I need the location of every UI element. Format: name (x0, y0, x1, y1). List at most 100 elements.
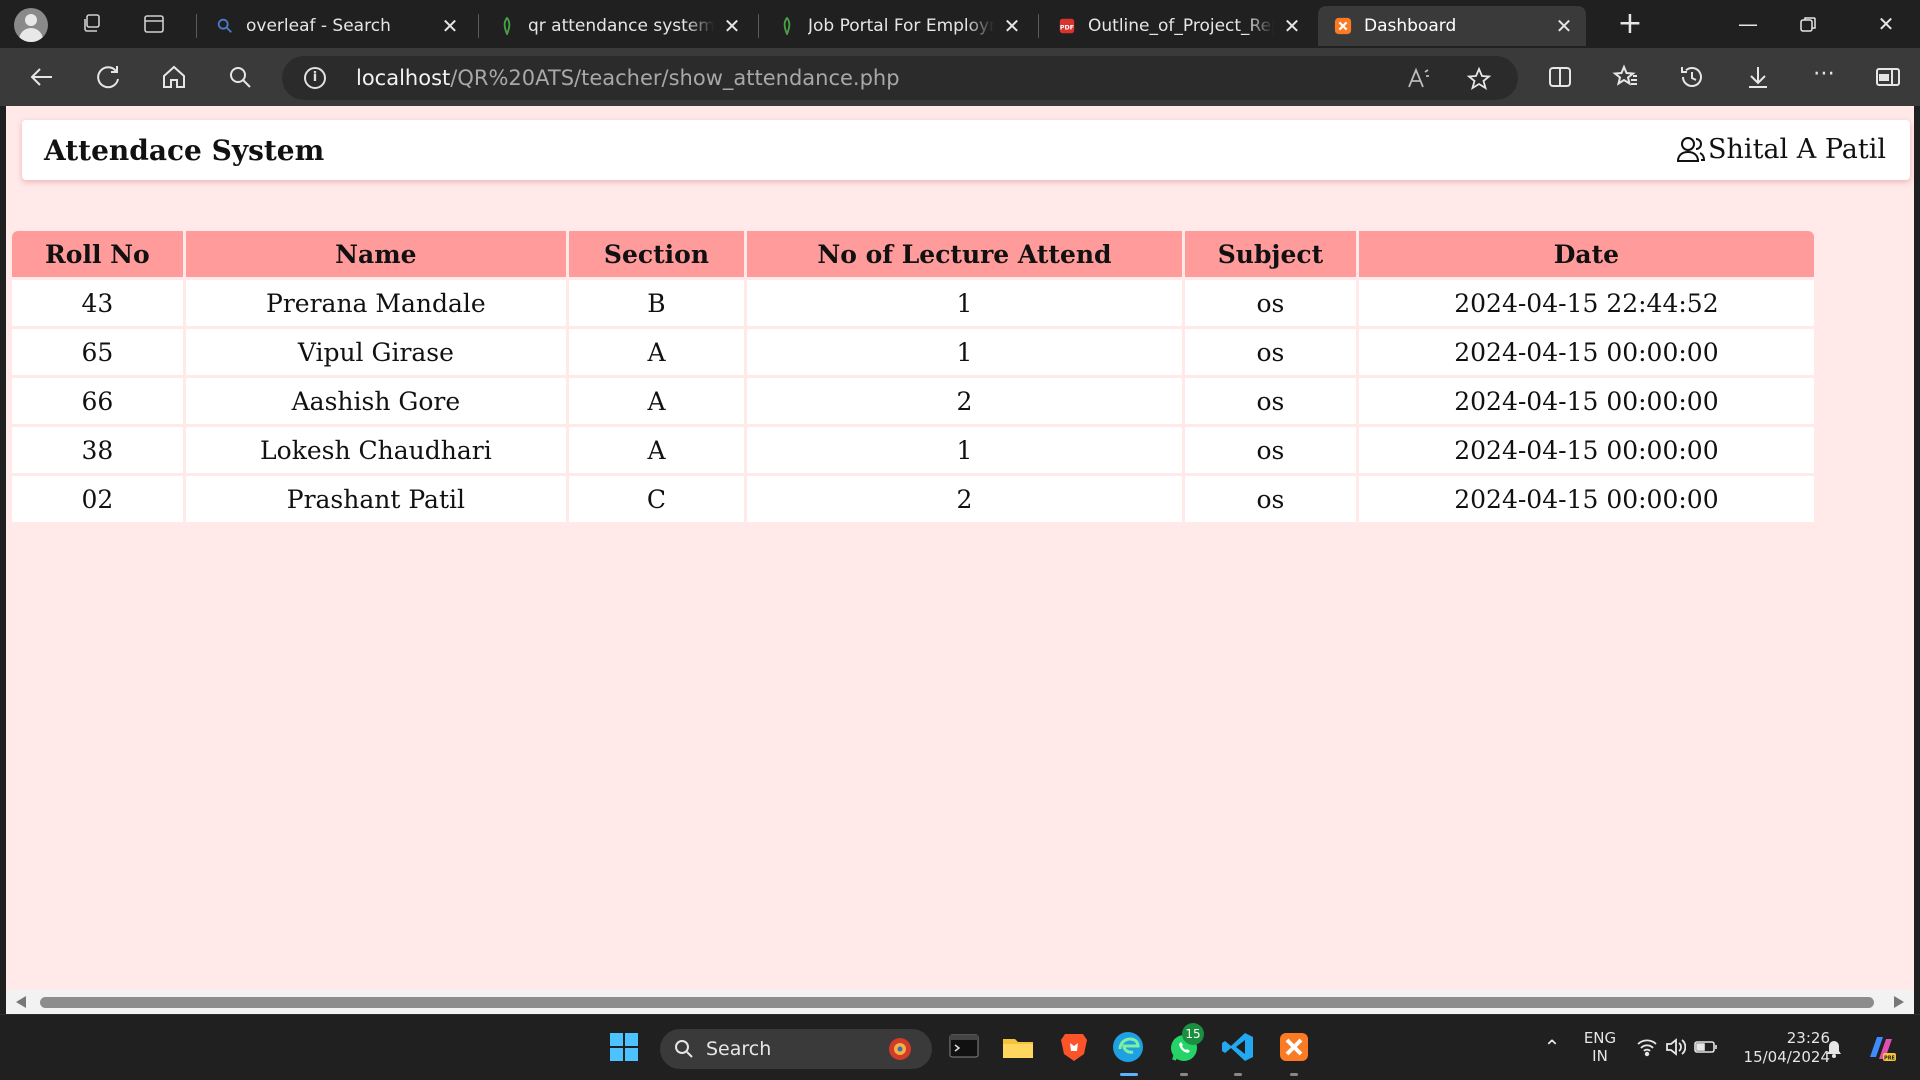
language-indicator[interactable]: ENG IN (1580, 1029, 1620, 1065)
restore-icon[interactable] (1798, 14, 1818, 34)
taskbar-search[interactable]: Search (660, 1029, 932, 1069)
edge-browser-icon[interactable] (1110, 1029, 1146, 1065)
xampp-icon (1334, 17, 1352, 35)
cell-lectures: 1 (746, 427, 1183, 473)
refresh-icon[interactable] (94, 63, 122, 91)
cell-name: Prashant Patil (185, 476, 567, 522)
tab-label: Job Portal For Employm (808, 16, 994, 36)
tab-qr-attendance[interactable]: qr attendance system - ✕ (482, 6, 754, 46)
minimize-icon[interactable]: — (1728, 8, 1768, 40)
sidebar-toggle-icon[interactable] (1874, 63, 1902, 91)
close-tab-icon[interactable]: ✕ (440, 6, 460, 46)
scrollbar-thumb[interactable] (40, 997, 1874, 1008)
more-menu-icon[interactable]: ⋯ (1810, 63, 1838, 91)
xampp-icon[interactable] (1276, 1029, 1312, 1065)
cell-lectures: 1 (746, 329, 1183, 375)
cell-section: A (569, 378, 744, 424)
pdf-icon: PDF (1059, 18, 1075, 34)
active-app-indicator (1120, 1073, 1138, 1076)
favorite-star-icon[interactable] (1466, 66, 1492, 92)
workspaces-icon[interactable] (80, 12, 104, 36)
page-content: Attendace System Shital A Patil Roll No … (6, 106, 1914, 990)
tab-label: qr attendance system - (528, 16, 714, 36)
terminal-icon[interactable] (946, 1029, 982, 1065)
table-row: 65 Vipul Girase A 1 os 2024-04-15 00:00:… (12, 329, 1814, 375)
system-clock[interactable]: 23:26 15/04/2024 (1730, 1029, 1830, 1067)
tab-actions-icon[interactable] (142, 12, 166, 36)
tab-dashboard[interactable]: Dashboard ✕ (1318, 6, 1586, 46)
column-header-section: Section (569, 231, 744, 277)
wifi-icon[interactable] (1636, 1037, 1658, 1057)
home-icon[interactable] (160, 63, 188, 91)
search-icon (675, 1040, 693, 1058)
downloads-icon[interactable] (1744, 63, 1772, 91)
split-screen-icon[interactable] (1546, 63, 1574, 91)
profile-avatar-icon[interactable] (14, 8, 48, 42)
user-icon (1677, 137, 1706, 162)
svg-text:PRE: PRE (1884, 1056, 1896, 1062)
history-icon[interactable] (1678, 63, 1706, 91)
scroll-left-arrow-icon[interactable] (16, 996, 26, 1008)
address-bar[interactable]: i localhost/QR%20ATS/teacher/show_attend… (282, 56, 1518, 100)
volume-icon[interactable] (1664, 1037, 1686, 1057)
horizontal-scrollbar[interactable] (6, 990, 1914, 1014)
tab-label: Outline_of_Project_Rep (1088, 16, 1274, 36)
search-icon (217, 18, 232, 33)
tab-overleaf-search[interactable]: overleaf - Search ✕ (200, 6, 472, 46)
close-tab-icon[interactable]: ✕ (1282, 6, 1302, 46)
notification-bell-icon[interactable] (1824, 1039, 1844, 1059)
cell-subject: os (1185, 329, 1356, 375)
vscode-icon[interactable] (1220, 1029, 1256, 1065)
tab-outline-pdf[interactable]: PDF Outline_of_Project_Rep ✕ (1042, 6, 1314, 46)
close-tab-icon[interactable]: ✕ (1554, 6, 1574, 46)
cell-name: Vipul Girase (185, 329, 567, 375)
column-header-lectures: No of Lecture Attend (746, 231, 1183, 277)
close-window-icon[interactable]: ✕ (1866, 8, 1906, 40)
close-tab-icon[interactable]: ✕ (1002, 6, 1022, 46)
scroll-right-arrow-icon[interactable] (1894, 996, 1904, 1008)
column-header-date: Date (1358, 231, 1814, 277)
cell-date: 2024-04-15 00:00:00 (1358, 476, 1814, 522)
close-tab-icon[interactable]: ✕ (722, 6, 742, 46)
address-url[interactable]: localhost/QR%20ATS/teacher/show_attendan… (356, 56, 900, 100)
cell-roll-no: 65 (12, 329, 183, 375)
app-brand-title[interactable]: Attendace System (44, 120, 324, 182)
cell-section: A (569, 329, 744, 375)
table-row: 43 Prerana Mandale B 1 os 2024-04-15 22:… (12, 280, 1814, 326)
cell-date: 2024-04-15 22:44:52 (1358, 280, 1814, 326)
site-info-icon[interactable]: i (304, 67, 326, 89)
cell-section: C (569, 476, 744, 522)
cell-roll-no: 02 (12, 476, 183, 522)
browser-titlebar: overleaf - Search ✕ qr attendance system… (0, 0, 1920, 48)
cell-name: Prerana Mandale (185, 280, 567, 326)
search-icon[interactable] (226, 63, 254, 91)
new-tab-button[interactable]: + (1610, 8, 1650, 40)
tab-job-portal[interactable]: Job Portal For Employm ✕ (762, 6, 1034, 46)
tab-label: Dashboard (1364, 16, 1457, 36)
tab-label: overleaf - Search (246, 16, 391, 36)
column-header-roll-no: Roll No (12, 231, 183, 277)
attendance-table: Roll No Name Section No of Lecture Atten… (9, 228, 1817, 525)
back-arrow-icon[interactable] (28, 63, 56, 91)
cell-roll-no: 38 (12, 427, 183, 473)
show-hidden-icons-chevron-icon[interactable]: ⌃ (1540, 1035, 1564, 1059)
mongodb-leaf-icon (503, 17, 511, 35)
read-aloud-icon[interactable] (1406, 66, 1432, 92)
user-name: Shital A Patil (1708, 134, 1886, 165)
running-indicator (1234, 1073, 1242, 1076)
whatsapp-unread-badge: 15 (1182, 1023, 1204, 1045)
windows-start-icon[interactable] (608, 1031, 640, 1063)
column-header-subject: Subject (1185, 231, 1356, 277)
favorites-icon[interactable] (1612, 63, 1640, 91)
cell-name: Lokesh Chaudhari (185, 427, 567, 473)
svg-text:PDF: PDF (1060, 25, 1074, 32)
running-indicator (1290, 1073, 1298, 1076)
file-explorer-icon[interactable] (1000, 1029, 1036, 1065)
user-menu[interactable]: Shital A Patil (1676, 120, 1886, 180)
brave-browser-icon[interactable] (1056, 1029, 1092, 1065)
cell-roll-no: 43 (12, 280, 183, 326)
copilot-icon[interactable]: PRE (1864, 1031, 1898, 1065)
cell-roll-no: 66 (12, 378, 183, 424)
battery-icon[interactable] (1694, 1039, 1718, 1055)
cell-section: B (569, 280, 744, 326)
